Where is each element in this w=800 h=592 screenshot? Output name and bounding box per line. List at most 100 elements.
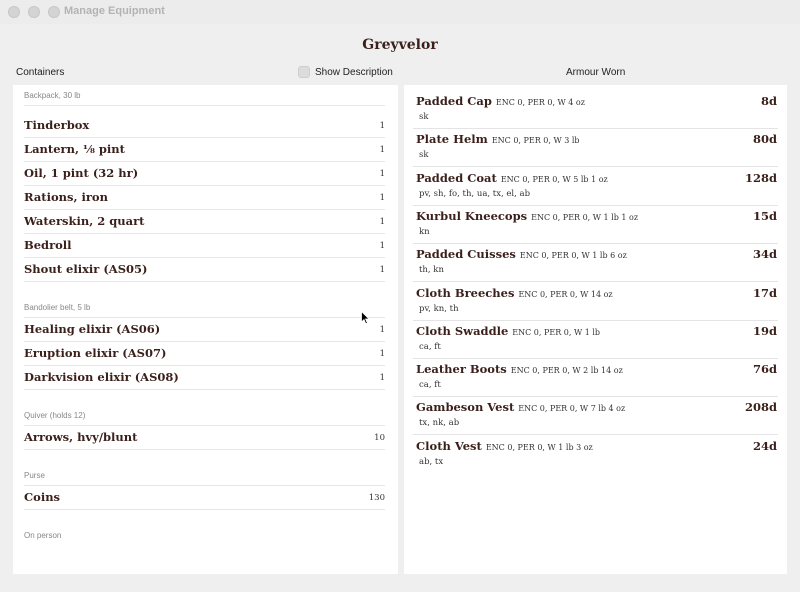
- item-quantity: 1: [379, 265, 385, 275]
- container-title: Bandolier belt, 5 lb: [24, 303, 91, 312]
- armour-cost: 24d: [752, 438, 777, 453]
- armour-locations: tx, nk, ab: [419, 418, 460, 429]
- armour-name: Cloth Breeches ENC 0, PER 0, W 14 oz: [416, 286, 613, 300]
- armour-name: Plate Helm ENC 0, PER 0, W 3 lb: [416, 132, 580, 146]
- armour-locations: ca, ft: [419, 341, 441, 352]
- armour-row[interactable]: Padded Coat ENC 0, PER 0, W 5 lb 1 oz pv,…: [404, 168, 787, 206]
- armour-cost: 17d: [752, 285, 777, 300]
- divider: [24, 161, 385, 162]
- armour-worn-header: Armour Worn: [566, 67, 626, 78]
- armour-cost: 34d: [752, 247, 777, 262]
- armour-row[interactable]: Padded Cuisses ENC 0, PER 0, W 1 lb 6 oz …: [404, 244, 787, 283]
- armour-name-text: Kurbul Kneecops: [416, 208, 528, 223]
- divider: [24, 509, 385, 510]
- armour-row[interactable]: Cloth Swaddle ENC 0, PER 0, W 1 lb ca, ft…: [404, 321, 787, 359]
- armour-locations: pv, kn, th: [419, 303, 459, 314]
- window-title: Manage Equipment: [64, 5, 165, 17]
- divider: [24, 209, 385, 210]
- item-name: Eruption elixir (AS07): [24, 346, 167, 360]
- armour-name-text: Cloth Swaddle: [416, 323, 509, 338]
- item-quantity: 1: [379, 217, 385, 227]
- item-quantity: 1: [379, 145, 385, 155]
- armour-locations: ca, ft: [419, 380, 441, 391]
- armour-locations: kn: [419, 226, 430, 237]
- armour-row[interactable]: Cloth Vest ENC 0, PER 0, W 1 lb 3 oz ab, …: [404, 436, 787, 474]
- containers-panel[interactable]: Backpack, 30 lb Tinderbox 1 Lantern, ⅛ p…: [13, 85, 398, 574]
- armour-cost: 128d: [744, 170, 777, 185]
- container-title: On person: [24, 531, 62, 540]
- armour-stats: ENC 0, PER 0, W 7 lb 4 oz: [518, 404, 626, 414]
- item-quantity: 1: [379, 193, 385, 203]
- armour-name-text: Gambeson Vest: [416, 400, 515, 415]
- armour-stats: ENC 0, PER 0, W 1 lb 3 oz: [485, 442, 593, 452]
- armour-row[interactable]: Plate Helm ENC 0, PER 0, W 3 lb sk 80d: [404, 129, 787, 168]
- show-description-toggle[interactable]: Show Description: [298, 66, 393, 78]
- minimize-window-button[interactable]: [28, 6, 40, 18]
- armour-name-text: Padded Cuisses: [416, 247, 516, 262]
- armour-cost: 19d: [752, 323, 777, 338]
- item-name: Oil, 1 pint (32 hr): [24, 166, 139, 180]
- container-title: Quiver (holds 12): [24, 411, 86, 420]
- zoom-window-button[interactable]: [48, 6, 60, 18]
- armour-locations: sk: [419, 150, 429, 161]
- show-description-label: Show Description: [315, 66, 393, 78]
- armour-cost: 8d: [760, 94, 777, 108]
- armour-row[interactable]: Cloth Breeches ENC 0, PER 0, W 14 oz pv, …: [404, 283, 787, 321]
- item-quantity: 1: [379, 241, 385, 251]
- armour-name-text: Cloth Vest: [416, 438, 482, 453]
- armour-cost: 76d: [752, 362, 777, 377]
- divider: [24, 389, 385, 390]
- divider: [24, 341, 385, 342]
- divider: [24, 105, 385, 106]
- armour-panel[interactable]: Padded Cap ENC 0, PER 0, W 4 oz sk 8d Pla…: [404, 85, 787, 574]
- item-quantity: 130: [368, 493, 385, 503]
- item-quantity: 1: [379, 349, 385, 359]
- armour-name: Kurbul Kneecops ENC 0, PER 0, W 1 lb 1 oz: [416, 209, 638, 223]
- armour-name-text: Padded Cap: [416, 94, 492, 108]
- item-name: Rations, iron: [24, 190, 108, 204]
- divider: [24, 281, 385, 282]
- armour-row[interactable]: Padded Cap ENC 0, PER 0, W 4 oz sk 8d: [404, 91, 787, 129]
- item-quantity: 1: [379, 373, 385, 383]
- armour-name: Padded Cuisses ENC 0, PER 0, W 1 lb 6 oz: [416, 247, 627, 261]
- window-content: Greyvelor Containers Show Description Ar…: [0, 24, 800, 592]
- container-title: Backpack, 30 lb: [24, 91, 81, 100]
- armour-name: Padded Cap ENC 0, PER 0, W 4 oz: [416, 94, 585, 108]
- armour-row[interactable]: Leather Boots ENC 0, PER 0, W 2 lb 14 oz …: [404, 359, 787, 398]
- armour-stats: ENC 0, PER 0, W 4 oz: [495, 98, 585, 107]
- armour-cost: 15d: [752, 208, 777, 223]
- armour-name: Cloth Swaddle ENC 0, PER 0, W 1 lb: [416, 324, 600, 338]
- armour-locations: th, kn: [419, 265, 444, 276]
- close-window-button[interactable]: [8, 6, 20, 18]
- armour-stats: ENC 0, PER 0, W 1 lb 6 oz: [519, 251, 627, 261]
- armour-name: Cloth Vest ENC 0, PER 0, W 1 lb 3 oz: [416, 439, 593, 453]
- divider: [24, 425, 385, 426]
- divider: [24, 137, 385, 138]
- item-name: Shout elixir (AS05): [24, 262, 148, 276]
- armour-locations: sk: [419, 112, 429, 122]
- item-quantity: 10: [374, 433, 385, 443]
- armour-locations: pv, sh, fo, th, ua, tx, el, ab: [419, 188, 531, 199]
- container-title: Purse: [24, 471, 45, 480]
- item-name: Waterskin, 2 quart: [24, 214, 145, 228]
- divider: [24, 233, 385, 234]
- divider: [24, 485, 385, 486]
- window-controls: [8, 6, 60, 18]
- armour-name: Leather Boots ENC 0, PER 0, W 2 lb 14 oz: [416, 362, 623, 376]
- mouse-cursor-icon: [361, 311, 370, 325]
- armour-row[interactable]: Gambeson Vest ENC 0, PER 0, W 7 lb 4 oz t…: [404, 397, 787, 436]
- armour-cost: 208d: [744, 400, 777, 415]
- containers-header: Containers: [16, 67, 65, 78]
- item-quantity: 1: [379, 169, 385, 179]
- armour-row[interactable]: Kurbul Kneecops ENC 0, PER 0, W 1 lb 1 oz…: [404, 206, 787, 244]
- show-description-checkbox[interactable]: [298, 66, 310, 78]
- divider: [24, 365, 385, 366]
- item-name: Bedroll: [24, 238, 72, 252]
- divider: [24, 185, 385, 186]
- armour-stats: ENC 0, PER 0, W 1 lb 1 oz: [531, 212, 639, 222]
- armour-name-text: Plate Helm: [416, 132, 488, 147]
- divider: [24, 257, 385, 258]
- armour-cost: 80d: [752, 132, 777, 147]
- armour-name: Gambeson Vest ENC 0, PER 0, W 7 lb 4 oz: [416, 400, 625, 414]
- item-name: Darkvision elixir (AS08): [24, 370, 179, 384]
